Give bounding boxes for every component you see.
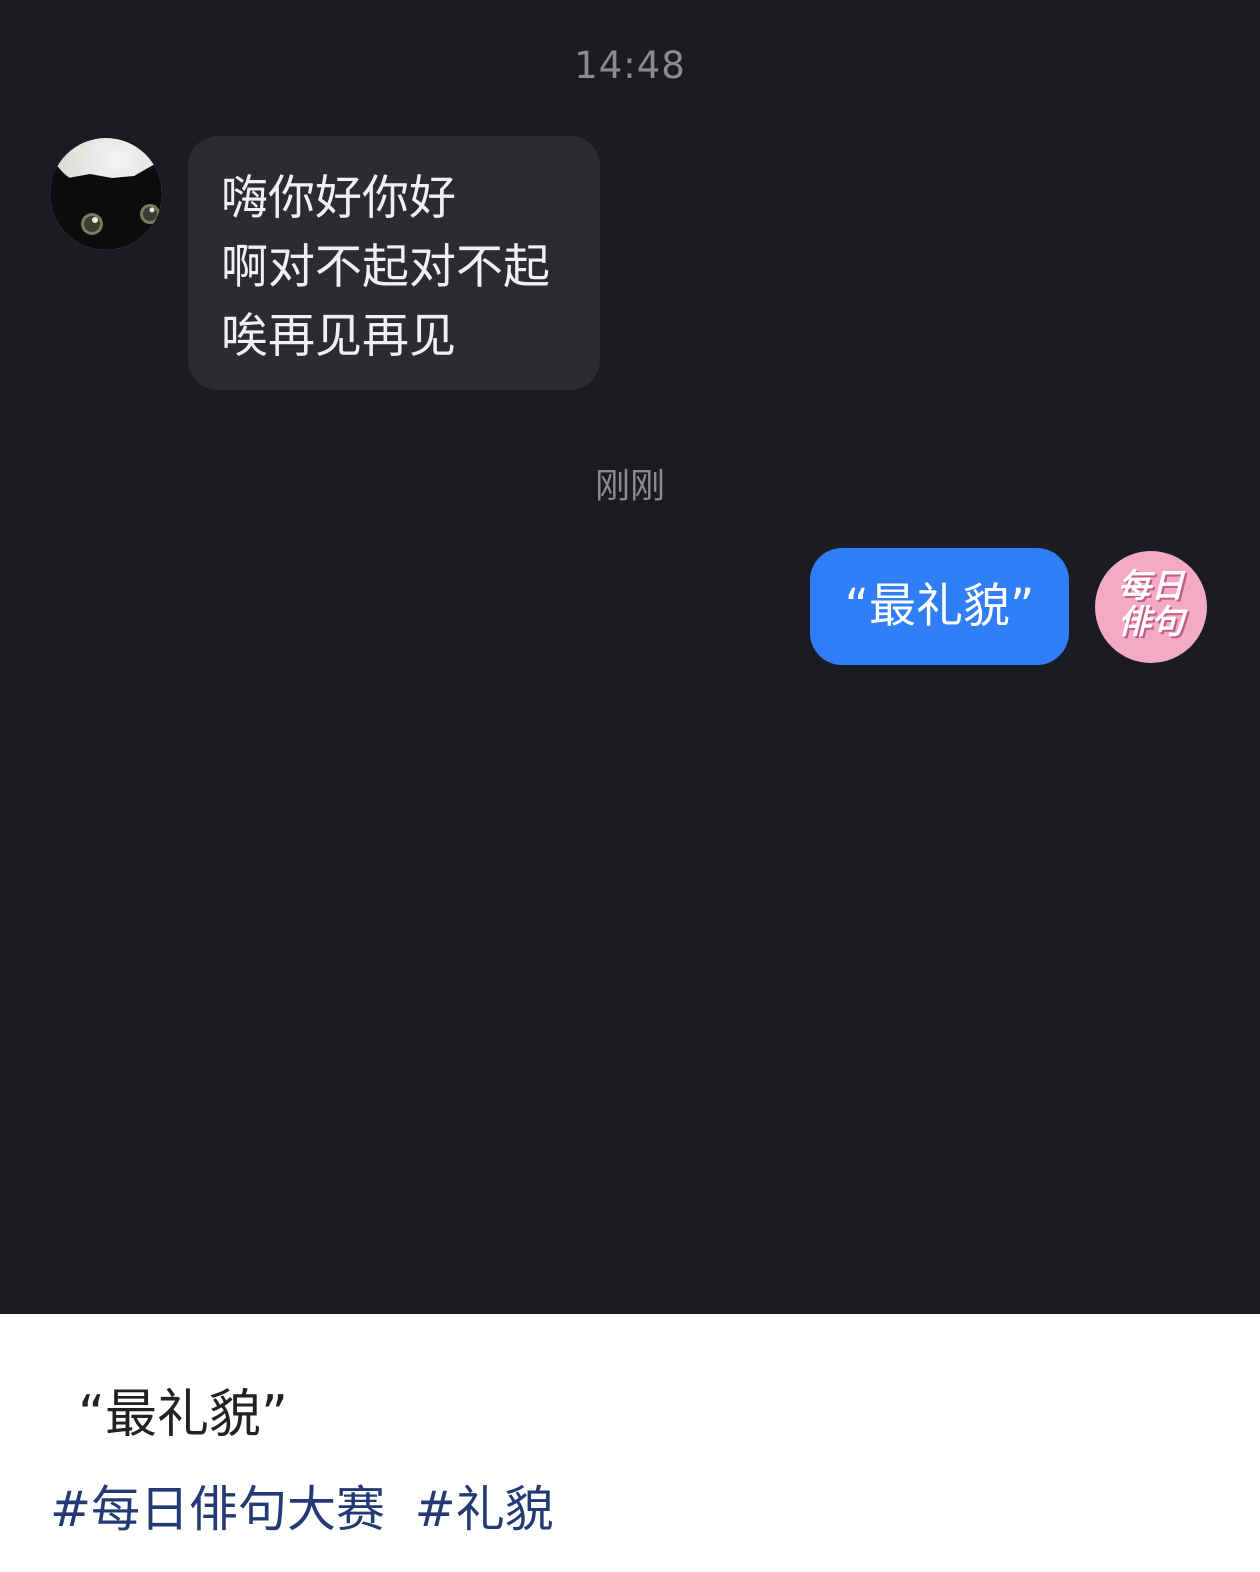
post-caption: “最礼貌” — [78, 1385, 288, 1445]
hashtag-link[interactable]: #礼貌 — [415, 1481, 554, 1538]
message-line: 嗨你好你好 — [221, 171, 456, 226]
black-cat-icon — [50, 138, 162, 250]
timestamp-recent: 刚刚 — [594, 467, 665, 507]
outgoing-message-bubble[interactable]: “最礼貌” — [810, 548, 1069, 665]
hashtag-row: #每日俳句大赛 #礼貌 — [50, 1470, 568, 1541]
message-line: 唉再见再见 — [221, 309, 456, 364]
hashtag-link[interactable]: #每日俳句大赛 — [50, 1481, 385, 1538]
daily-haiku-avatar[interactable]: 每日 俳句 — [1095, 551, 1207, 663]
chat-screenshot: 14:48 嗨你好你好 啊对不起对不起 唉再见再见 刚刚 “最礼貌” 每日 俳句 — [0, 0, 1260, 1314]
cat-avatar[interactable] — [50, 138, 162, 250]
timestamp-header: 14:48 — [574, 44, 686, 87]
incoming-message-bubble[interactable]: 嗨你好你好 啊对不起对不起 唉再见再见 — [188, 136, 600, 390]
message-line: 啊对不起对不起 — [221, 240, 550, 295]
avatar-logo-line: 俳句 — [1118, 602, 1184, 641]
avatar-logo-line: 每日 — [1118, 566, 1184, 605]
